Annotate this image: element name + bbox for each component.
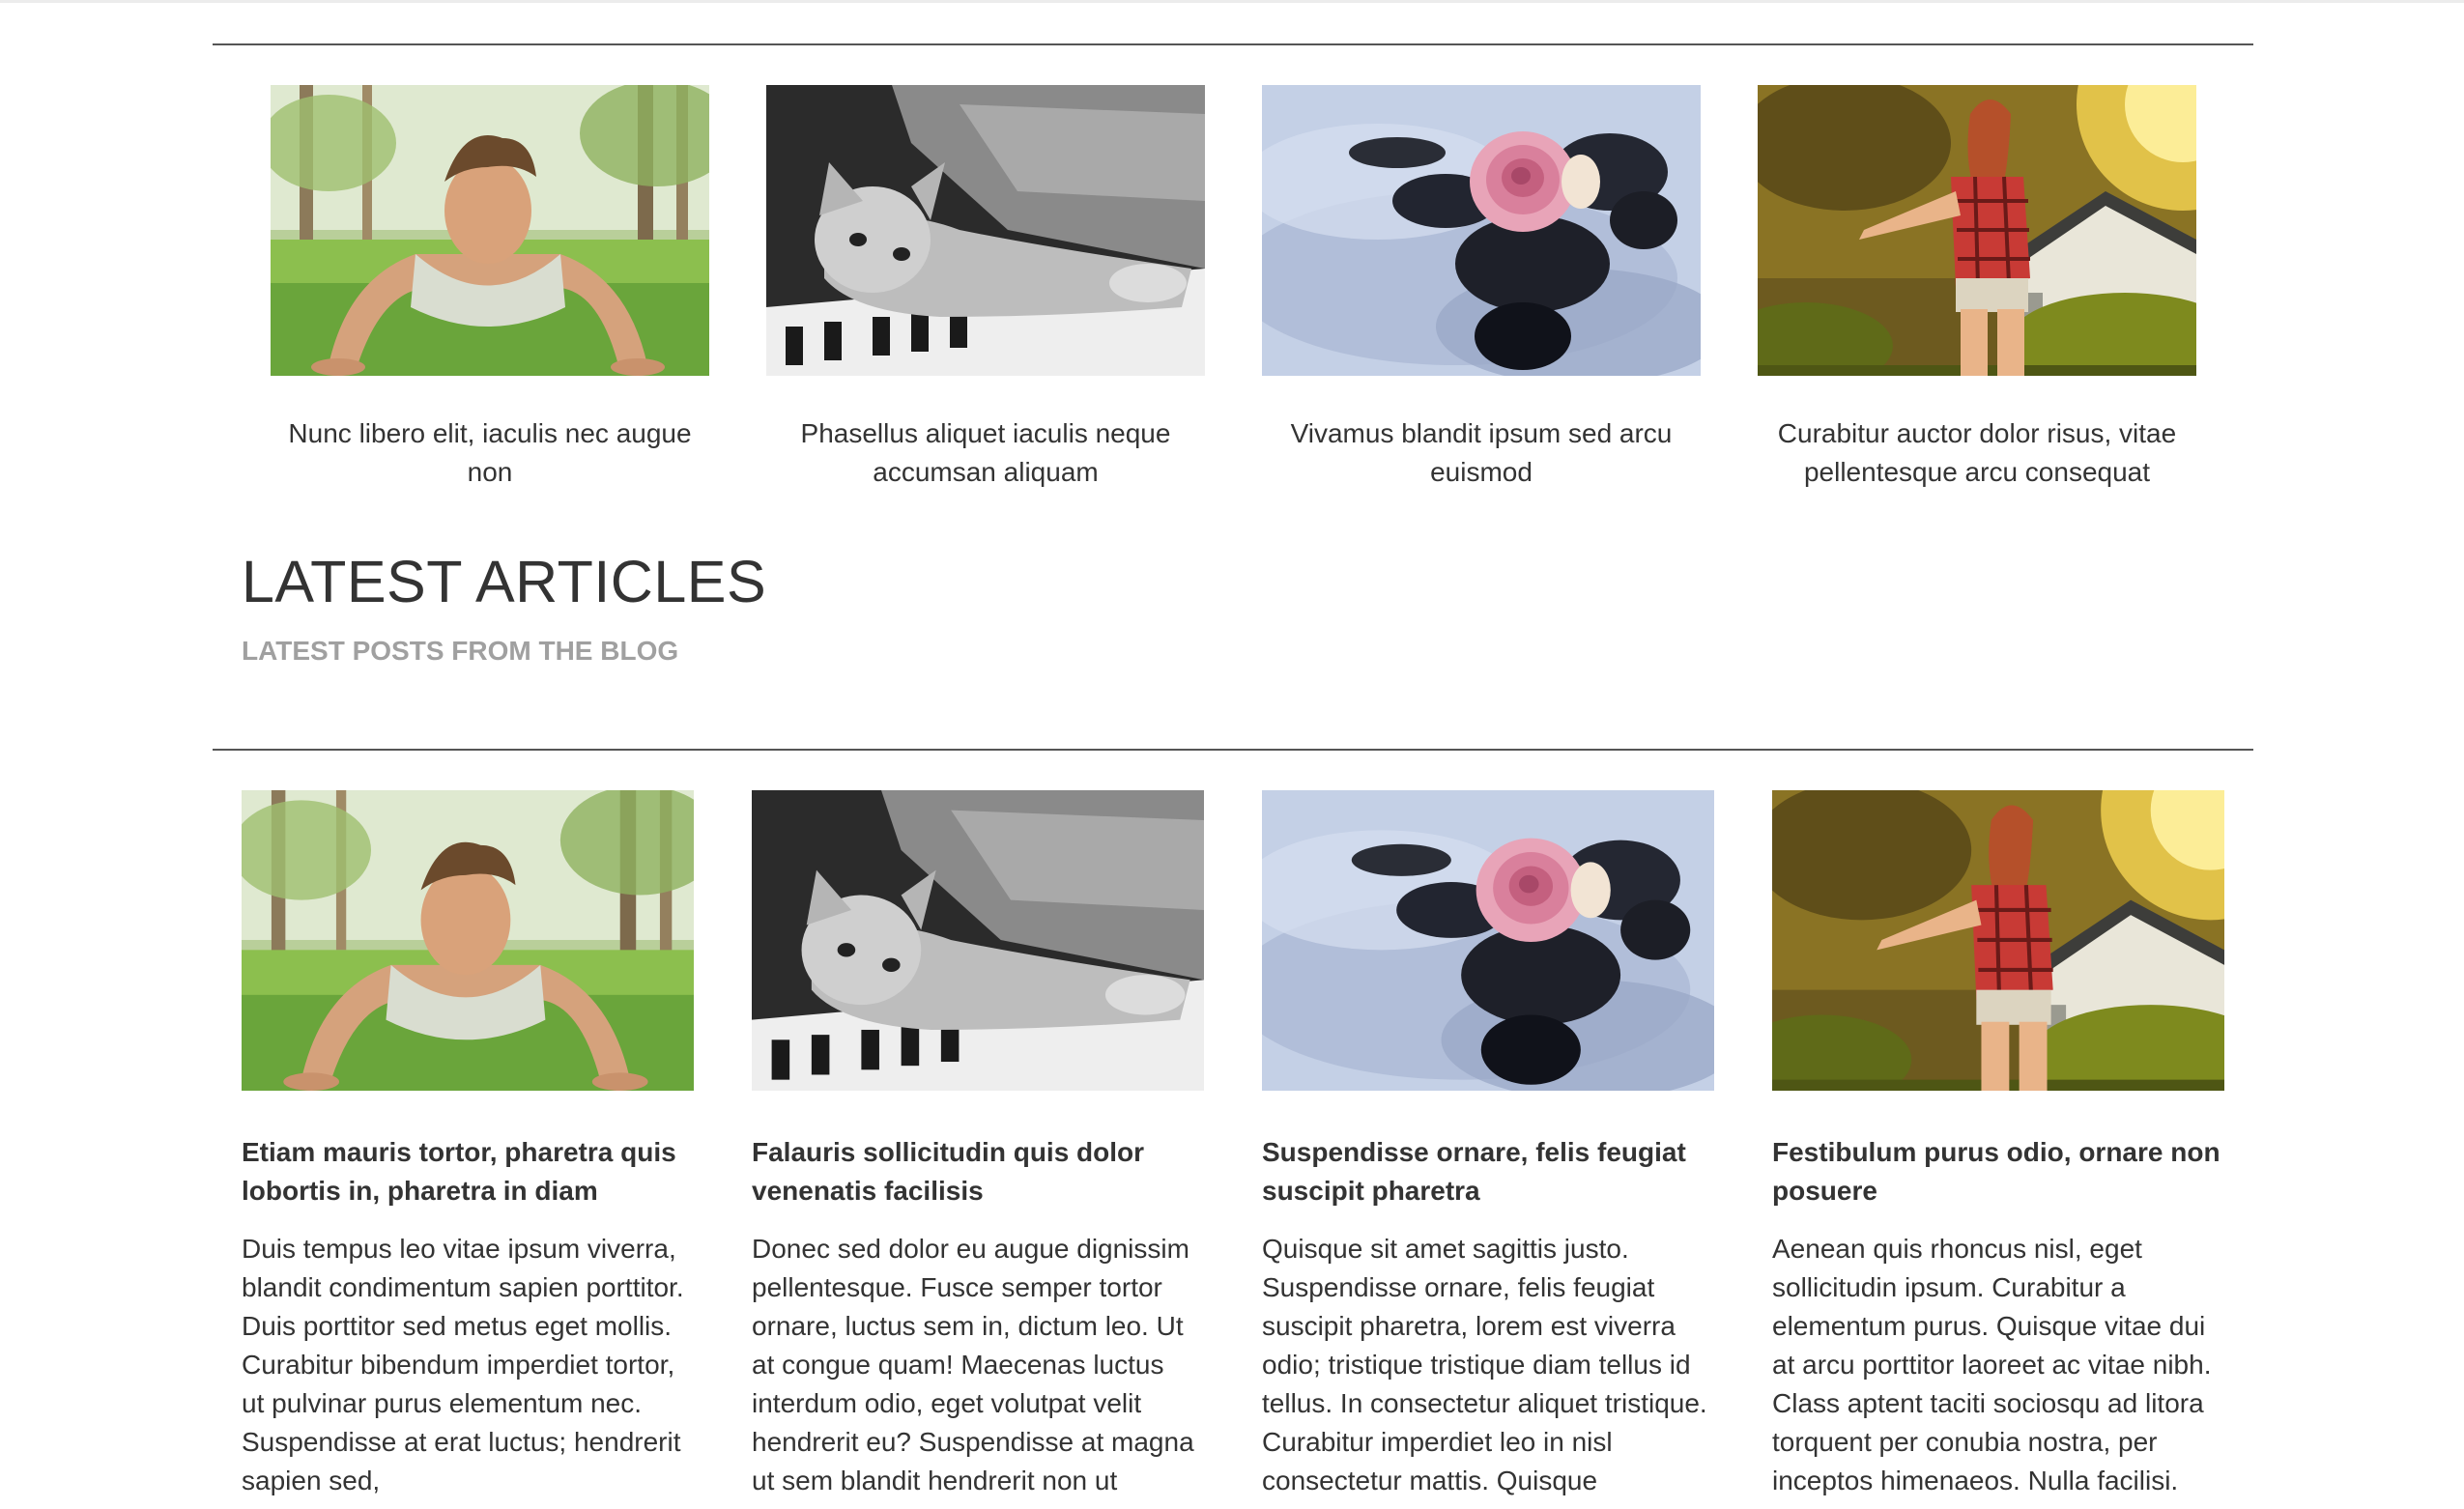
article-title-2[interactable]: Falauris sollicitudin quis dolor venenat… — [752, 1133, 1204, 1210]
article-excerpt-2: Donec sed dolor eu augue dignissim pelle… — [752, 1234, 1194, 1495]
gallery-caption-3[interactable]: Vivamus blandit ipsum sed arcu euismod — [1262, 414, 1701, 492]
gallery-caption-4[interactable]: Curabitur auctor dolor risus, vitae pell… — [1758, 414, 2196, 492]
article-title-1[interactable]: Etiam mauris tortor, pharetra quis lobor… — [242, 1133, 694, 1210]
gallery-caption-2[interactable]: Phasellus aliquet iaculis neque accumsan… — [766, 414, 1205, 492]
gallery-image-2[interactable] — [766, 85, 1205, 376]
article-image-4[interactable] — [1772, 790, 2224, 1091]
divider-articles — [213, 749, 2253, 751]
section-title: LATEST ARTICLES — [242, 549, 767, 614]
gallery-item-4[interactable]: Curabitur auctor dolor risus, vitae pell… — [1758, 85, 2196, 492]
article-image-3[interactable] — [1262, 790, 1714, 1091]
page: Nunc libero elit, iaculis nec augue non … — [0, 0, 2464, 1509]
article-card-1: Etiam mauris tortor, pharetra quis lobor… — [242, 790, 694, 1500]
gallery-image-1[interactable] — [271, 85, 709, 376]
article-card-3: Suspendisse ornare, felis feugiat suscip… — [1262, 790, 1714, 1500]
article-image-1[interactable] — [242, 790, 694, 1091]
gallery-item-3[interactable]: Vivamus blandit ipsum sed arcu euismod — [1262, 85, 1701, 492]
gallery-image-3[interactable] — [1262, 85, 1701, 376]
gallery-item-1[interactable]: Nunc libero elit, iaculis nec augue non — [271, 85, 709, 492]
section-subtitle: LATEST POSTS FROM THE BLOG — [242, 636, 679, 666]
gallery-image-4[interactable] — [1758, 85, 2196, 376]
divider-top — [213, 43, 2253, 45]
article-excerpt-3: Quisque sit amet sagittis justo. Suspend… — [1262, 1234, 1707, 1495]
article-excerpt-4: Aenean quis rhoncus nisl, eget sollicitu… — [1772, 1234, 2212, 1495]
article-title-4[interactable]: Festibulum purus odio, ornare non posuer… — [1772, 1133, 2224, 1210]
article-card-2: Falauris sollicitudin quis dolor venenat… — [752, 790, 1204, 1500]
gallery-caption-1[interactable]: Nunc libero elit, iaculis nec augue non — [271, 414, 709, 492]
gallery-item-2[interactable]: Phasellus aliquet iaculis neque accumsan… — [766, 85, 1205, 492]
article-excerpt-1: Duis tempus leo vitae ipsum viverra, bla… — [242, 1234, 684, 1495]
top-edge — [0, 0, 2464, 3]
article-image-2[interactable] — [752, 790, 1204, 1091]
article-card-4: Festibulum purus odio, ornare non posuer… — [1772, 790, 2224, 1500]
article-title-3[interactable]: Suspendisse ornare, felis feugiat suscip… — [1262, 1133, 1714, 1210]
